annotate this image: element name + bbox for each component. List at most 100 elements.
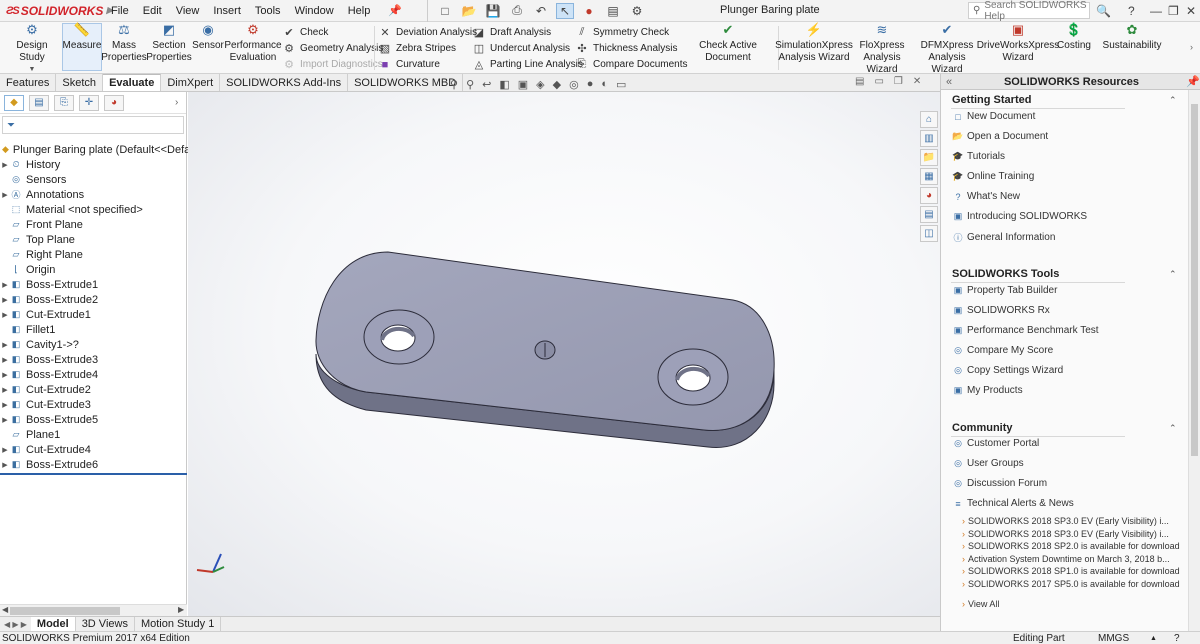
feature-tree-item[interactable]: ▶ ◧ Cavity1->? (0, 337, 187, 352)
feature-manager-tree-icon[interactable]: ◆ (4, 94, 24, 111)
pin-task-pane-icon[interactable]: 📌 (1186, 75, 1200, 88)
print-icon[interactable]: ⎙ (508, 3, 526, 19)
undo-icon[interactable]: ↶ (532, 3, 550, 19)
tab-evaluate[interactable]: Evaluate (103, 74, 162, 91)
file-explorer-icon[interactable]: 📁 (920, 149, 938, 166)
news-item-link[interactable]: › SOLIDWORKS 2018 SP3.0 EV (Early Visibil… (962, 516, 1169, 526)
tools-link[interactable]: ▣ Performance Benchmark Test (952, 325, 1099, 336)
news-item-link[interactable]: › SOLIDWORKS 2018 SP2.0 is available for … (962, 541, 1180, 551)
task-pane-scrollbar[interactable] (1188, 90, 1200, 631)
open-icon[interactable]: 📂 (460, 3, 478, 19)
comm-link[interactable]: ◎ Customer Portal (952, 438, 1039, 449)
expand-arrow-icon[interactable]: ▶ (0, 371, 10, 379)
tools-link[interactable]: ◎ Copy Settings Wizard (952, 365, 1063, 376)
solidworks-forum-icon[interactable]: ◫ (920, 225, 938, 242)
select-arrow-icon[interactable]: ↖ (556, 2, 575, 19)
property-manager-icon[interactable]: ▤ (29, 94, 49, 111)
help-search-input[interactable]: ⚲ Search SOLIDWORKS Help (968, 0, 1090, 22)
feature-tree-item[interactable]: ▱ Front Plane (0, 217, 187, 232)
getting-started-heading[interactable]: Getting Started (952, 94, 1031, 106)
section-properties-button[interactable]: ◩ Section Properties (146, 23, 192, 64)
community-heading[interactable]: Community (952, 422, 1013, 434)
edit-appearance-icon[interactable]: ● (587, 78, 594, 90)
undercut-analysis-button[interactable]: ◫ Undercut Analysis (472, 41, 570, 56)
simulationxpress-button[interactable]: ⚡ SimulationXpress Analysis Wizard (775, 23, 853, 64)
gs-link[interactable]: ⓘ General Information (952, 231, 1055, 244)
feature-tree-scrollbar[interactable]: ◀ ▶ (0, 604, 187, 616)
scroll-left-icon[interactable]: ◀ (2, 605, 8, 614)
feature-tree-item[interactable]: ▱ Right Plane (0, 247, 187, 262)
menu-tools[interactable]: Tools (248, 5, 288, 17)
previous-view-icon[interactable]: ↩ (482, 78, 491, 91)
feature-tree-filter[interactable]: ⏷ (2, 116, 184, 134)
geometry-analysis-button[interactable]: ⚙ Geometry Analysis (282, 41, 383, 56)
menu-help[interactable]: Help (341, 5, 378, 17)
feature-tree-item[interactable]: ▶ ⏲ History (0, 157, 187, 172)
measure-button[interactable]: 📏 Measure (62, 23, 102, 71)
news-item-link[interactable]: › Activation System Downtime on March 3, … (962, 554, 1170, 564)
performance-evaluation-button[interactable]: ⚙ Performance Evaluation (224, 23, 281, 64)
menu-insert[interactable]: Insert (206, 5, 248, 17)
gs-link[interactable]: 🎓 Tutorials (952, 151, 1005, 162)
section-view-icon[interactable]: ◧ (499, 78, 509, 91)
rebuild-icon[interactable]: ● (580, 3, 598, 19)
tab-dimxpert[interactable]: DimXpert (161, 74, 221, 91)
panel-more-icon[interactable]: › (175, 97, 178, 108)
customize-status-icon[interactable]: ? (1174, 633, 1180, 644)
close-icon[interactable]: ✕ (1186, 2, 1196, 20)
options-gear-icon[interactable]: ⚙ (628, 3, 646, 19)
restore-icon[interactable]: ❐ (1168, 2, 1179, 20)
model-view[interactable] (188, 92, 940, 616)
rollback-bar[interactable] (0, 473, 187, 475)
tab-solidworks-add-ins[interactable]: SOLIDWORKS Add-Ins (220, 74, 349, 91)
feature-tree-item[interactable]: ▶ ◧ Cut-Extrude1 (0, 307, 187, 322)
view-settings-icon[interactable]: ▭ (616, 78, 626, 91)
solidworks-tools-heading[interactable]: SOLIDWORKS Tools (952, 268, 1059, 280)
import-diagnostics-button[interactable]: ⚙ Import Diagnostics (282, 57, 383, 72)
menu-view[interactable]: View (169, 5, 207, 17)
expand-toolbar-icon[interactable]: › (1190, 42, 1193, 52)
tools-link[interactable]: ▣ My Products (952, 385, 1023, 396)
expand-arrow-icon[interactable]: ▶ (0, 311, 10, 319)
expand-arrow-icon[interactable]: ▶ (0, 191, 10, 199)
display-style-icon[interactable]: ◆ (553, 78, 561, 91)
hide-show-items-icon[interactable]: ◎ (569, 78, 579, 91)
solidworks-logo[interactable]: ƧS SOLIDWORKS ▶ (0, 0, 113, 22)
feature-tree-item[interactable]: ▶ ◧ Boss-Extrude1 (0, 277, 187, 292)
feature-tree-item[interactable]: ▶ ◧ Cut-Extrude2 (0, 382, 187, 397)
feature-tree-item[interactable]: ▶ Ⓐ Annotations (0, 187, 187, 202)
scroll-right-icon[interactable]: ▶ (178, 605, 184, 614)
tab-scroll-icon[interactable]: ◀ ▶ ▶ (0, 620, 31, 629)
mass-properties-button[interactable]: ⚖ Mass Properties (101, 23, 147, 64)
feature-tree-item[interactable]: ◧ Fillet1 (0, 322, 187, 337)
display-manager-icon[interactable]: ◕ (104, 94, 124, 111)
graphics-area[interactable] (188, 92, 940, 616)
design-library-icon[interactable]: ▥ (920, 130, 938, 147)
viewport-close-icon[interactable]: ✕ (913, 76, 921, 87)
expand-arrow-icon[interactable]: ▶ (0, 416, 10, 424)
gs-link[interactable]: 🎓 Online Training (952, 171, 1034, 182)
view-orientation-icon[interactable]: ◈ (536, 78, 544, 91)
custom-properties-icon[interactable]: ▤ (920, 206, 938, 223)
minimize-icon[interactable]: — (1150, 2, 1162, 20)
compare-documents-button[interactable]: ⎘ Compare Documents (575, 57, 688, 72)
expand-arrow-icon[interactable]: ▶ (0, 356, 10, 364)
news-item-link[interactable]: › SOLIDWORKS 2018 SP3.0 EV (Early Visibil… (962, 529, 1169, 539)
feature-tree-item[interactable]: ▶ ◧ Boss-Extrude4 (0, 367, 187, 382)
tab-features[interactable]: Features (0, 74, 57, 91)
menu-window[interactable]: Window (288, 5, 341, 17)
feature-tree-item[interactable]: ◎ Sensors (0, 172, 187, 187)
expand-arrow-icon[interactable]: ▶ (0, 281, 10, 289)
view-palette-icon[interactable]: ▦ (920, 168, 938, 185)
comm-link[interactable]: ◎ Discussion Forum (952, 478, 1047, 489)
tab-solidworks-mbd[interactable]: SOLIDWORKS MBD (348, 74, 464, 91)
units-selector[interactable]: MMGS (1098, 633, 1129, 644)
feature-tree-item[interactable]: ▱ Top Plane (0, 232, 187, 247)
collapse-community-icon[interactable]: ⌃ (1169, 423, 1177, 434)
thickness-analysis-button[interactable]: ✣ Thickness Analysis (575, 41, 677, 56)
file-properties-icon[interactable]: ▤ (604, 3, 622, 19)
expand-arrow-icon[interactable]: ▶ (0, 296, 10, 304)
scrollbar-thumb[interactable] (10, 607, 120, 615)
viewport-tile-icon[interactable]: ▤ (855, 76, 864, 87)
feature-tree-item[interactable]: ⬚ Material <not specified> (0, 202, 187, 217)
